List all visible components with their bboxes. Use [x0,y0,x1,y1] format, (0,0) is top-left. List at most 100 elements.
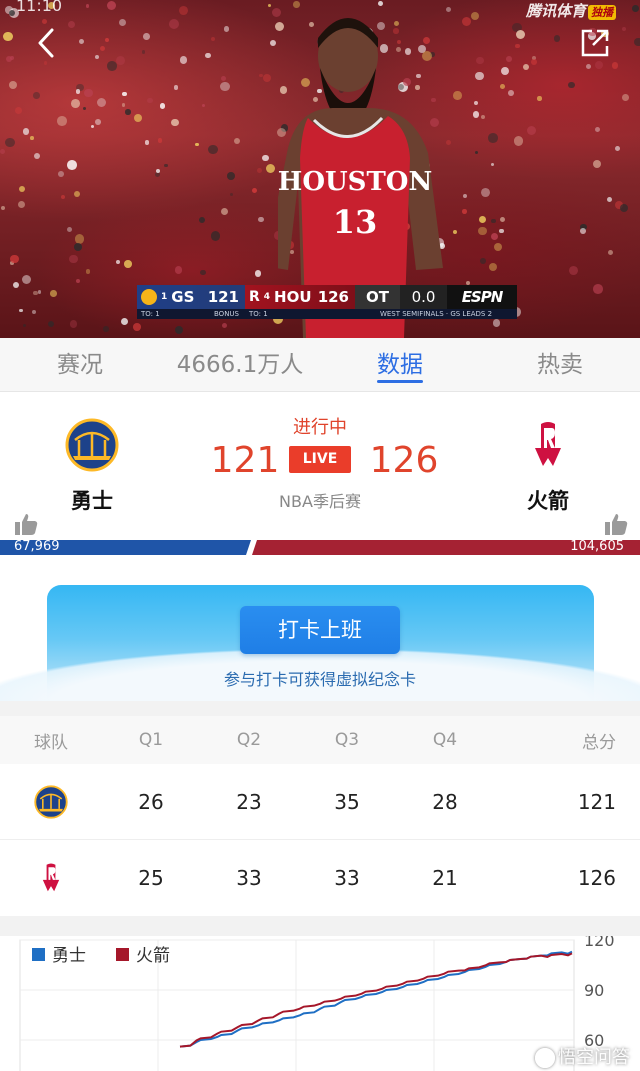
home-team[interactable]: 火箭 [498,418,598,515]
chart-plot-area [19,939,575,1071]
crowd-dot [619,203,628,213]
crowd-dot [104,38,109,43]
crowd-dot [95,55,100,60]
back-icon[interactable] [32,26,62,60]
jersey-text: HOUSTON [278,167,432,197]
hou-q1: 25 [138,866,164,890]
watermark-icon [535,1048,555,1068]
crowd-dot [33,92,40,99]
broadcaster-name: 腾讯体育 [525,2,586,20]
crowd-dot [3,31,14,42]
crowd-dot [0,205,5,211]
tab-viewers[interactable]: 4666.1万人 [160,338,320,391]
crowd-dot [227,172,236,181]
jersey-number: 13 [333,203,378,241]
home-support-count: 104,605 [570,539,624,554]
crowd-dot [48,321,55,328]
score-trend-chart: 120 90 60 勇士 火箭 悟空问答 [0,936,640,1071]
crowd-dot [221,322,228,328]
live-badge: LIVE [289,446,351,473]
tab-shop[interactable]: 热卖 [480,338,640,391]
crowd-dot [143,33,150,41]
crowd-dot [83,107,87,111]
crowd-dot [69,319,78,328]
crowd-dot [224,26,230,32]
crowd-dot [43,61,48,66]
video-player[interactable]: HOUSTON 13 11:10 腾讯体育 独播 1 GS 121 R 4 HOU… [0,0,640,338]
crowd-dot [75,89,81,94]
crowd-dot [174,265,183,274]
legend-label: 勇士 [52,946,86,966]
crowd-dot [516,29,526,39]
crowd-dot [195,142,199,147]
crowd-dot [21,274,32,285]
crowd-dot [50,290,57,297]
thumbs-up-home-icon[interactable] [603,512,629,536]
crowd-dot [513,135,524,146]
away-score: 121 [210,440,280,481]
crowd-dot [0,148,5,154]
rockets-logo-icon [42,863,60,892]
home-score: 126 [369,440,439,481]
crowd-dot [269,39,277,47]
header-q3: Q3 [334,730,360,750]
tab-stats[interactable]: 数据 [320,338,480,391]
crowd-dot [173,85,179,91]
crowd-dot [267,3,272,8]
status-bar-time: 11:10 [16,0,63,15]
checkin-button[interactable]: 打卡上班 [240,606,400,654]
crowd-dot [103,326,109,332]
away-abbr: GS [171,288,195,306]
crowd-dot [85,269,90,274]
crowd-dot [179,56,188,64]
fullscreen-share-icon[interactable] [580,28,610,58]
crowd-dot [263,74,272,83]
crowd-dot [593,283,603,294]
table-row: 25 33 33 21 126 [0,840,640,916]
home-scorebug-score: 126 [317,288,349,306]
header-q1: Q1 [138,730,164,750]
espn-logo: ESPN [447,285,517,309]
crowd-dot [107,61,117,71]
crowd-dot [69,255,78,264]
crowd-dot [202,103,206,107]
chart-y-tick-label: 120 [584,936,615,950]
crowd-dot [22,323,26,327]
crowd-dot [144,140,150,146]
crowd-dot [32,309,37,315]
home-seed: 4 [263,292,271,302]
hou-q4: 21 [432,866,458,890]
row-team-logo [0,861,102,895]
crowd-dot [57,171,64,178]
crowd-dot [537,96,542,101]
legend-label: 火箭 [136,946,170,966]
crowd-dot [121,103,126,108]
crowd-dot [73,191,80,198]
crowd-dot [115,260,120,264]
tab-game-status[interactable]: 赛况 [0,338,160,391]
crowd-dot [568,81,575,89]
crowd-dot [120,317,128,326]
crowd-dot [632,5,639,12]
crowd-dot [133,113,142,123]
crowd-dot [568,266,578,276]
row-team-logo [0,784,102,819]
crowd-dot [33,290,38,295]
crowd-dot [18,186,26,193]
crowd-dot [42,19,48,25]
scorebug-home: R 4 HOU 126 [245,285,355,309]
crowd-dot [79,38,85,44]
crowd-dot [607,196,613,202]
crowd-dot [76,278,81,283]
crowd-dot [592,159,601,168]
crowd-dot [90,124,95,129]
crowd-dot [147,97,153,104]
crowd-dot [220,208,228,216]
crowd-dot [254,270,262,277]
crowd-dot [378,1,384,7]
scorebug: 1 GS 121 R 4 HOU 126 OT 0.0 ESPN TO: 1 B… [137,285,517,320]
crowd-dot [579,227,586,234]
warriors-logo-icon [34,784,68,819]
thumbs-up-away-icon[interactable] [13,512,39,536]
crowd-dot [207,144,218,155]
